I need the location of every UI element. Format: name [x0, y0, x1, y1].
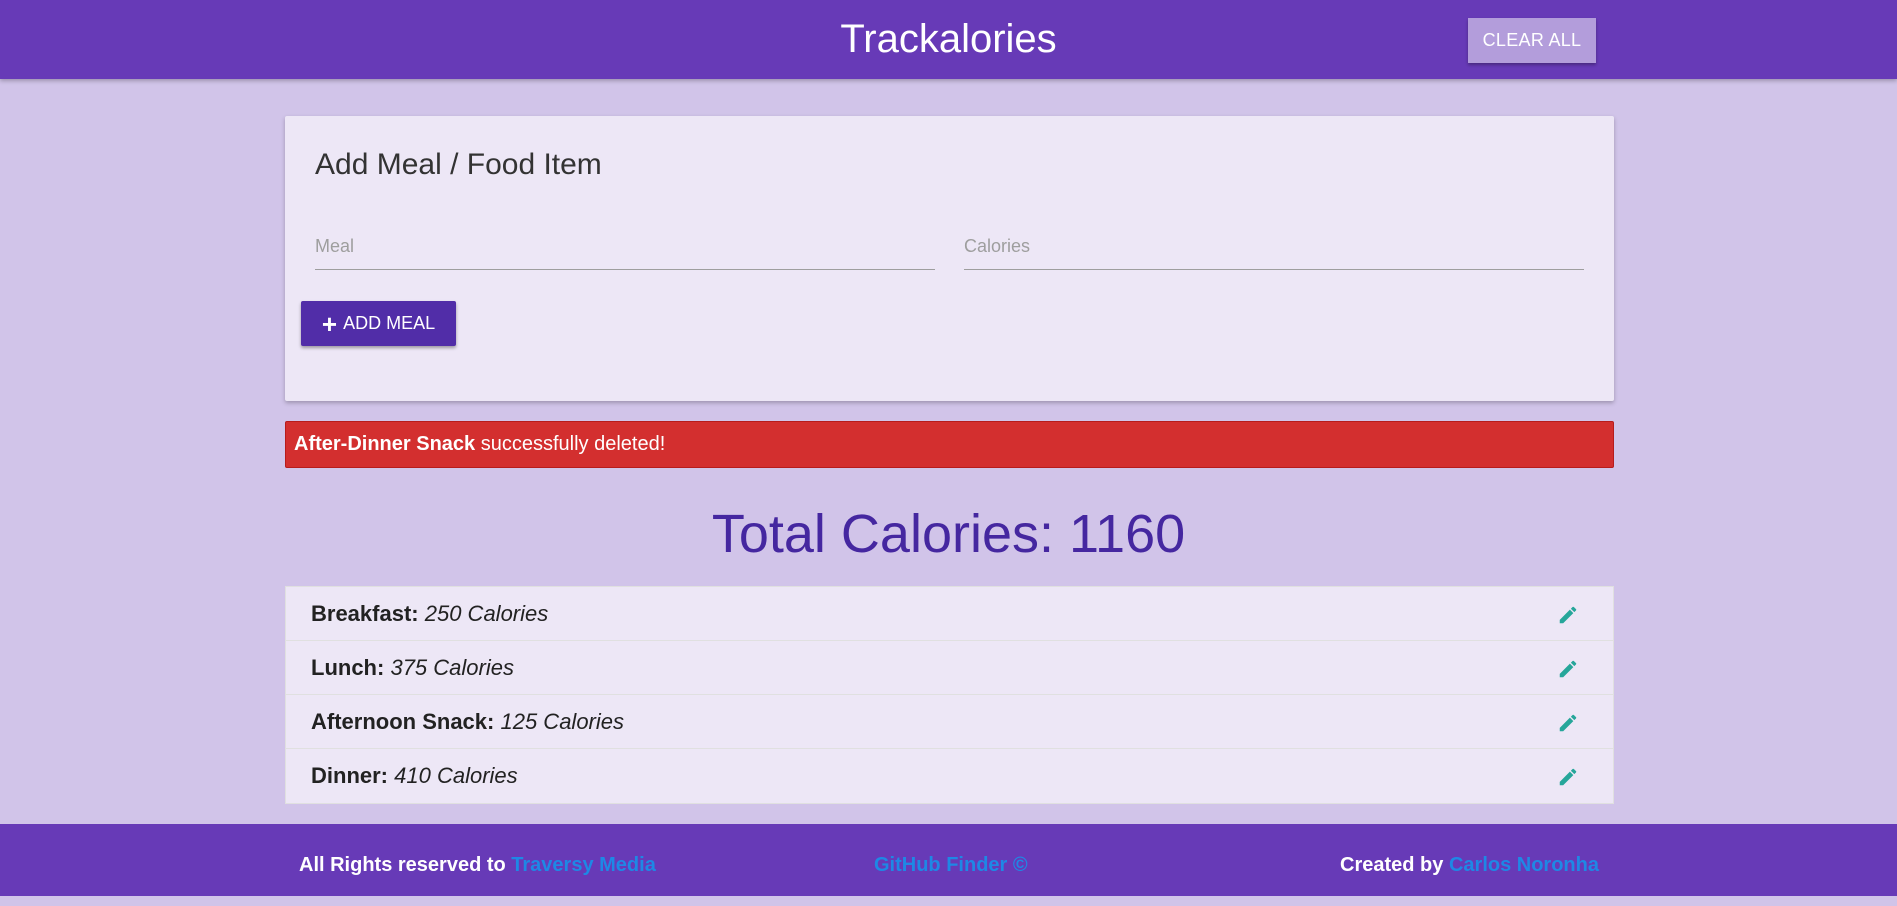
traversy-media-link[interactable]: Traversy Media	[511, 854, 656, 876]
form-title: Add Meal / Food Item	[315, 148, 602, 181]
footer-rights: All Rights reserved to Traversy Media	[299, 824, 656, 906]
pencil-icon[interactable]	[1557, 604, 1579, 626]
add-meal-card: Add Meal / Food Item + ADD MEAL	[285, 116, 1614, 401]
brand-title[interactable]: Trackalories	[0, 0, 1897, 79]
list-item: Dinner: 410 Calories	[286, 749, 1613, 803]
item-name: Afternoon Snack:	[311, 709, 495, 734]
navbar: Trackalories CLEAR ALL	[0, 0, 1897, 79]
item-calories: 410 Calories	[394, 763, 518, 788]
item-name: Dinner:	[311, 763, 388, 788]
footer-credits: Created by Carlos Noronha	[1340, 824, 1599, 906]
list-item: Breakfast: 250 Calories	[286, 587, 1613, 641]
created-by-text: Created by	[1340, 854, 1449, 876]
clear-all-button[interactable]: CLEAR ALL	[1468, 18, 1596, 63]
footer: All Rights reserved to Traversy Media Gi…	[0, 824, 1897, 896]
pencil-icon[interactable]	[1557, 712, 1579, 734]
alert-item-name: After-Dinner Snack	[294, 433, 476, 455]
item-name: Lunch:	[311, 655, 385, 680]
total-calories: Total Calories: 1160	[0, 503, 1897, 565]
github-finder-link[interactable]: GitHub Finder ©	[874, 854, 1028, 876]
total-value: 1160	[1069, 504, 1186, 564]
item-calories: 125 Calories	[500, 709, 624, 734]
list-item: Afternoon Snack: 125 Calories	[286, 695, 1613, 749]
item-calories: 375 Calories	[390, 655, 514, 680]
delete-alert: After-Dinner Snack successfully deleted!	[285, 421, 1614, 468]
add-meal-label: ADD MEAL	[343, 313, 436, 333]
total-label: Total Calories:	[711, 504, 1070, 564]
add-meal-button[interactable]: + ADD MEAL	[301, 301, 456, 346]
author-link[interactable]: Carlos Noronha	[1449, 854, 1599, 876]
pencil-icon[interactable]	[1557, 766, 1579, 788]
item-calories: 250 Calories	[424, 601, 549, 626]
calories-input[interactable]	[964, 224, 1584, 270]
item-name: Breakfast:	[311, 601, 419, 626]
rights-text: All Rights reserved to	[299, 854, 512, 876]
pencil-icon[interactable]	[1557, 658, 1579, 680]
meal-list: Breakfast: 250 Calories Lunch: 375 Calor…	[285, 586, 1614, 804]
plus-icon: +	[321, 308, 338, 339]
alert-message: successfully deleted!	[475, 433, 666, 455]
list-item: Lunch: 375 Calories	[286, 641, 1613, 695]
meal-input[interactable]	[315, 224, 935, 270]
footer-github: GitHub Finder ©	[874, 824, 1028, 906]
